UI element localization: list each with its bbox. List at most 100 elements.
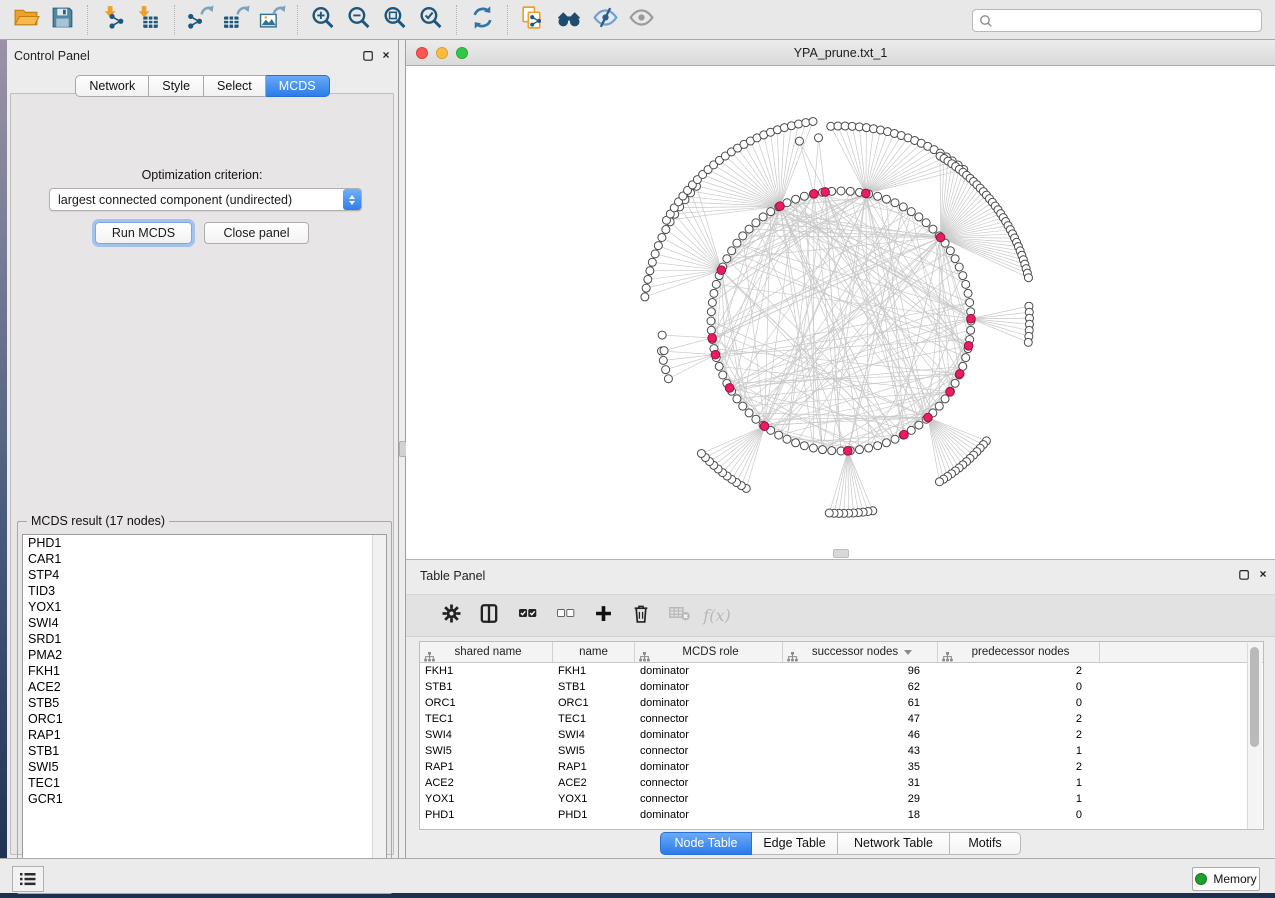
export-image-button[interactable] bbox=[254, 3, 290, 37]
cell-mcds-role: connector bbox=[635, 775, 783, 791]
close-icon[interactable]: × bbox=[379, 48, 393, 62]
add-column-button[interactable] bbox=[584, 601, 622, 631]
cell-successor-nodes: 18 bbox=[783, 807, 938, 823]
mcds-node-item[interactable]: SWI5 bbox=[23, 759, 386, 775]
table-row[interactable]: ACE2ACE2connector311 bbox=[420, 775, 1263, 791]
delete-column-icon bbox=[633, 604, 649, 628]
mcds-node-item[interactable]: ORC1 bbox=[23, 711, 386, 727]
column-label: predecessor nodes bbox=[972, 646, 1070, 658]
open-file-button[interactable] bbox=[8, 3, 44, 37]
zoom-fit-button[interactable] bbox=[377, 3, 413, 37]
import-table-button[interactable] bbox=[131, 3, 167, 37]
mcds-node-item[interactable]: TEC1 bbox=[23, 775, 386, 791]
column-header-name[interactable]: name bbox=[553, 642, 635, 662]
column-header-shared-name[interactable]: shared name bbox=[420, 642, 553, 662]
mcds-node-item[interactable]: RAP1 bbox=[23, 727, 386, 743]
export-network-button[interactable] bbox=[182, 3, 218, 37]
vertical-splitter[interactable] bbox=[399, 40, 406, 858]
control-panel: Control Panel ▢ × Optimization criterion… bbox=[7, 40, 399, 858]
mcds-result-list[interactable]: PHD1CAR1STP4TID3YOX1SWI4SRD1PMA2FKH1ACE2… bbox=[22, 534, 387, 889]
criterion-dropdown[interactable]: largest connected component (undirected) bbox=[49, 188, 362, 211]
mcds-node-item[interactable]: SRD1 bbox=[23, 631, 386, 647]
refresh-button[interactable] bbox=[464, 3, 500, 37]
clone-network-button[interactable] bbox=[515, 3, 551, 37]
table-scrollbar-thumb[interactable] bbox=[1250, 647, 1259, 747]
zoom-selected-button[interactable] bbox=[413, 3, 449, 37]
mcds-list-scrollbar[interactable] bbox=[372, 535, 386, 888]
table-row[interactable]: STB1STB1dominator620 bbox=[420, 679, 1263, 695]
zoom-out-button[interactable] bbox=[341, 3, 377, 37]
table-scrollbar[interactable] bbox=[1247, 643, 1262, 829]
mcds-node-item[interactable]: PMA2 bbox=[23, 647, 386, 663]
table-row[interactable]: RAP1RAP1dominator352 bbox=[420, 759, 1263, 775]
run-mcds-button[interactable]: Run MCDS bbox=[95, 222, 192, 244]
mcds-node-item[interactable]: ACE2 bbox=[23, 679, 386, 695]
hide-selected-button[interactable] bbox=[587, 3, 623, 37]
memory-button[interactable]: Memory bbox=[1192, 867, 1260, 891]
table-row[interactable]: YOX1YOX1connector291 bbox=[420, 791, 1263, 807]
mcds-node-item[interactable]: FKH1 bbox=[23, 663, 386, 679]
mcds-node-item[interactable]: YOX1 bbox=[23, 599, 386, 615]
column-header-mcds-role[interactable]: MCDS role bbox=[635, 642, 783, 662]
tab-motifs[interactable]: Motifs bbox=[950, 832, 1021, 855]
toolbar-separator bbox=[174, 5, 175, 35]
mcds-result-group: MCDS result (17 nodes) PHD1CAR1STP4TID3Y… bbox=[17, 521, 392, 894]
mcds-node-item[interactable]: PHD1 bbox=[23, 535, 386, 551]
save-session-button[interactable] bbox=[44, 3, 80, 37]
status-bar: Memory bbox=[0, 858, 1275, 893]
table-panel-title: Table Panel bbox=[420, 569, 485, 583]
mcds-node-item[interactable]: STP4 bbox=[23, 567, 386, 583]
mcds-node-item[interactable]: STB5 bbox=[23, 695, 386, 711]
mcds-node-item[interactable]: TID3 bbox=[23, 583, 386, 599]
float-icon[interactable]: ▢ bbox=[361, 48, 375, 62]
zoom-in-button[interactable] bbox=[305, 3, 341, 37]
export-table-button[interactable] bbox=[218, 3, 254, 37]
search-input[interactable] bbox=[993, 13, 1255, 29]
mcds-node-item[interactable]: GCR1 bbox=[23, 791, 386, 807]
table-row[interactable]: ORC1ORC1dominator610 bbox=[420, 695, 1263, 711]
mcds-node-item[interactable]: STB1 bbox=[23, 743, 386, 759]
delete-column-button[interactable] bbox=[622, 601, 660, 631]
control-panel-body: Optimization criterion: largest connecte… bbox=[10, 93, 394, 855]
cell-name: FKH1 bbox=[553, 663, 635, 679]
tab-style[interactable]: Style bbox=[149, 75, 204, 97]
attributes-gear-button[interactable] bbox=[432, 601, 470, 631]
table-row[interactable]: SWI5SWI5connector431 bbox=[420, 743, 1263, 759]
tab-node-table[interactable]: Node Table bbox=[660, 832, 752, 855]
select-all-checkboxes-button[interactable] bbox=[508, 601, 546, 631]
import-network-button[interactable] bbox=[95, 3, 131, 37]
cell-shared-name: SWI5 bbox=[420, 743, 553, 759]
tab-network[interactable]: Network bbox=[75, 75, 149, 97]
function-builder-button: f(x) bbox=[698, 601, 736, 631]
task-history-button[interactable] bbox=[12, 866, 44, 892]
horizontal-splitter-grip[interactable] bbox=[833, 549, 849, 558]
function-builder-icon: f(x) bbox=[703, 606, 730, 625]
table-row[interactable]: PHD1PHD1dominator180 bbox=[420, 807, 1263, 823]
mcds-node-item[interactable]: CAR1 bbox=[23, 551, 386, 567]
cell-mcds-role: connector bbox=[635, 743, 783, 759]
search-box[interactable] bbox=[972, 9, 1262, 32]
mcds-result-title: MCDS result (17 nodes) bbox=[27, 514, 169, 528]
cell-successor-nodes: 31 bbox=[783, 775, 938, 791]
toggle-column-view-button[interactable] bbox=[470, 601, 508, 631]
column-header-successor-nodes[interactable]: successor nodes bbox=[783, 642, 938, 662]
search-network-button[interactable] bbox=[551, 3, 587, 37]
tab-select[interactable]: Select bbox=[204, 75, 266, 97]
table-row[interactable]: SWI4SWI4dominator462 bbox=[420, 727, 1263, 743]
column-header-predecessor-nodes[interactable]: predecessor nodes bbox=[938, 642, 1100, 662]
table-row[interactable]: TEC1TEC1connector472 bbox=[420, 711, 1263, 727]
tab-network-table[interactable]: Network Table bbox=[838, 832, 950, 855]
mcds-node-item[interactable]: SWI4 bbox=[23, 615, 386, 631]
tab-mcds[interactable]: MCDS bbox=[266, 75, 330, 97]
toolbar-separator bbox=[297, 5, 298, 35]
show-all-button[interactable] bbox=[623, 3, 659, 37]
cell-name: STB1 bbox=[553, 679, 635, 695]
deselect-all-checkboxes-button[interactable] bbox=[546, 601, 584, 631]
table-row[interactable]: FKH1FKH1dominator962 bbox=[420, 663, 1263, 679]
network-canvas[interactable] bbox=[406, 66, 1275, 559]
close-panel-button[interactable]: Close panel bbox=[204, 222, 309, 244]
tab-edge-table[interactable]: Edge Table bbox=[752, 832, 838, 855]
close-icon[interactable]: × bbox=[1256, 567, 1270, 581]
float-icon[interactable]: ▢ bbox=[1237, 567, 1251, 581]
column-label: shared name bbox=[454, 646, 521, 658]
